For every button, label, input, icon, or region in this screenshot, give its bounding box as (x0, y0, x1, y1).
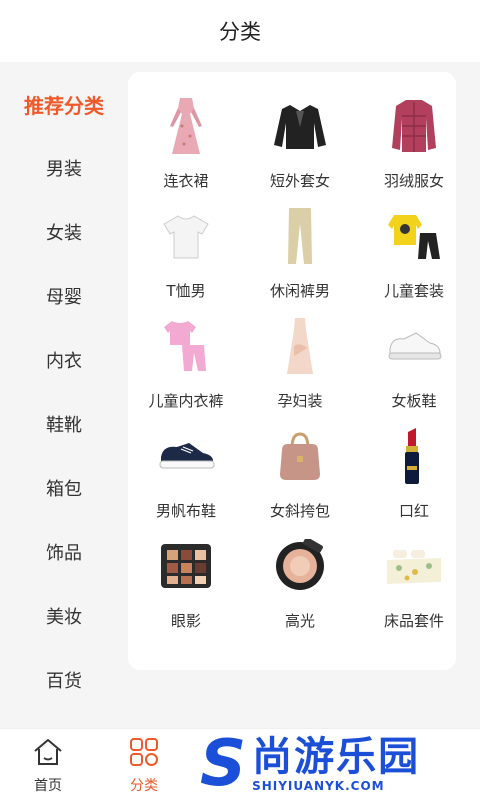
dress-icon (154, 94, 218, 158)
category-label: 女斜挎包 (269, 502, 330, 520)
category-item-bedding-set[interactable]: 床品套件 (364, 534, 464, 644)
category-label: 高光 (284, 612, 315, 630)
watermark-text: 尚游乐园 SHIYIUANYK.COM (252, 735, 420, 793)
trousers-icon (268, 204, 332, 268)
sidebar-item-bags[interactable]: 箱包 (0, 456, 128, 520)
category-label: T恤男 (166, 282, 206, 300)
home-icon (32, 737, 64, 771)
highlighter-icon (268, 534, 332, 598)
category-label: 孕妇装 (277, 392, 323, 410)
watermark-letter: S (200, 727, 247, 800)
tshirt-icon (154, 204, 218, 268)
sidebar-item-general[interactable]: 百货 (0, 648, 128, 712)
eyeshadow-palette-icon (154, 534, 218, 598)
handbag-icon (268, 424, 332, 488)
sidebar-item-label: 女装 (46, 223, 82, 244)
sidebar-item-label: 饰品 (46, 543, 82, 564)
category-label: 眼影 (170, 612, 201, 630)
kids-underwear-icon (154, 314, 218, 378)
page-header: 分类 (0, 0, 480, 62)
cardigan-icon (268, 94, 332, 158)
category-item-lipstick[interactable]: 口红 (364, 424, 464, 534)
bedding-icon (382, 534, 446, 598)
category-label: 儿童套装 (383, 282, 444, 300)
category-label: 羽绒服女 (383, 172, 444, 190)
kids-set-icon (382, 204, 446, 268)
sidebar-item-womenswear[interactable]: 女装 (0, 200, 128, 264)
category-item-mens-canvas-shoes[interactable]: 男帆布鞋 (136, 424, 236, 534)
sidebar-item-label: 鞋靴 (46, 415, 82, 436)
category-label: 休闲裤男 (269, 282, 330, 300)
category-item-mens-tshirt[interactable]: T恤男 (136, 204, 236, 314)
category-item-dress[interactable]: 连衣裙 (136, 94, 236, 204)
tab-home[interactable]: 首页 (16, 737, 80, 795)
sidebar-item-label: 美妆 (46, 607, 82, 628)
down-jacket-icon (382, 94, 446, 158)
category-item-mens-casual-pants[interactable]: 休闲裤男 (250, 204, 350, 314)
category-label: 床品套件 (383, 612, 444, 630)
category-item-down-jacket[interactable]: 羽绒服女 (364, 94, 464, 204)
sidebar-item-label: 推荐分类 (24, 93, 104, 118)
watermark-domain: SHIYIUANYK.COM (252, 779, 385, 793)
category-item-maternity[interactable]: 孕妇装 (250, 314, 350, 424)
sidebar-item-label: 母婴 (46, 287, 82, 308)
category-label: 女板鞋 (391, 392, 437, 410)
category-grid-icon (129, 737, 159, 771)
page-title: 分类 (219, 20, 261, 44)
sidebar-item-label: 男装 (46, 159, 82, 180)
tab-category[interactable]: 分类 (112, 737, 176, 795)
category-label: 男帆布鞋 (155, 502, 216, 520)
sidebar-item-shoes[interactable]: 鞋靴 (0, 392, 128, 456)
category-label: 口红 (398, 502, 429, 520)
sidebar-item-baby[interactable]: 母婴 (0, 264, 128, 328)
watermark-logo: S 尚游乐园 SHIYIUANYK.COM (200, 728, 480, 800)
category-item-eyeshadow[interactable]: 眼影 (136, 534, 236, 644)
lipstick-icon (382, 424, 446, 488)
category-item-womens-sneakers[interactable]: 女板鞋 (364, 314, 464, 424)
category-item-short-coat[interactable]: 短外套女 (250, 94, 350, 204)
maternity-dress-icon (268, 314, 332, 378)
tab-home-label: 首页 (34, 778, 62, 794)
sidebar-item-beauty[interactable]: 美妆 (0, 584, 128, 648)
category-item-kids-underwear[interactable]: 儿童内衣裤 (136, 314, 236, 424)
category-item-highlighter[interactable]: 高光 (250, 534, 350, 644)
category-panel: 连衣裙 短外套女 羽绒服女 T恤男 休闲裤男 儿童套装 儿童内衣裤 孕妇装 女板… (128, 72, 456, 670)
sidebar-item-underwear[interactable]: 内衣 (0, 328, 128, 392)
canvas-shoe-icon (154, 424, 218, 488)
category-item-crossbody-bag[interactable]: 女斜挎包 (250, 424, 350, 534)
sidebar-item-recommended[interactable]: 推荐分类 (0, 72, 128, 136)
category-label: 短外套女 (269, 172, 330, 190)
sidebar-item-menswear[interactable]: 男装 (0, 136, 128, 200)
sidebar-item-accessories[interactable]: 饰品 (0, 520, 128, 584)
sidebar-item-label: 内衣 (46, 351, 82, 372)
category-grid: 连衣裙 短外套女 羽绒服女 T恤男 休闲裤男 儿童套装 儿童内衣裤 孕妇装 女板… (128, 94, 456, 644)
watermark-chinese: 尚游乐园 (252, 734, 421, 780)
category-label: 儿童内衣裤 (148, 392, 224, 410)
sidebar-item-label: 百货 (46, 671, 82, 692)
sneaker-icon (382, 314, 446, 378)
category-label: 连衣裙 (163, 172, 209, 190)
category-sidebar: 推荐分类 男装 女装 母婴 内衣 鞋靴 箱包 饰品 美妆 百货 (0, 72, 128, 722)
category-item-kids-set[interactable]: 儿童套装 (364, 204, 464, 314)
tab-category-label: 分类 (130, 778, 158, 794)
sidebar-item-label: 箱包 (46, 479, 82, 500)
